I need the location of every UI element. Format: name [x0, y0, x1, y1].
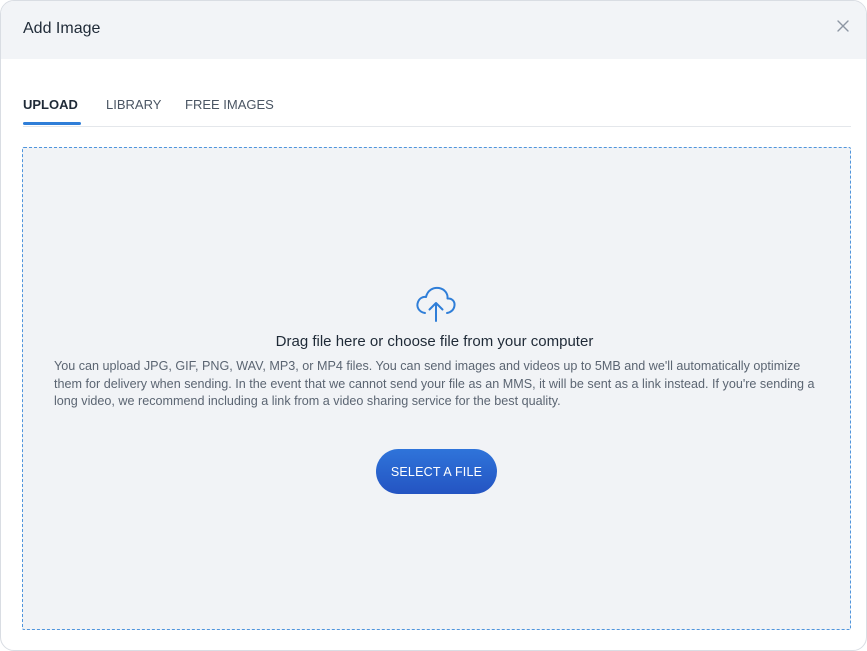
- active-tab-indicator: [23, 122, 81, 125]
- dialog-title: Add Image: [23, 20, 101, 37]
- tab-free-images[interactable]: FREE IMAGES: [185, 96, 274, 114]
- tab-upload[interactable]: UPLOAD: [23, 96, 78, 114]
- tab-library[interactable]: LIBRARY: [106, 96, 161, 114]
- dropzone-description: You can upload JPG, GIF, PNG, WAV, MP3, …: [54, 359, 815, 409]
- close-icon: [837, 20, 849, 32]
- dialog-header: Add Image: [1, 1, 866, 59]
- select-file-button[interactable]: SELECT A FILE: [376, 449, 497, 494]
- tab-bar: UPLOAD LIBRARY FREE IMAGES: [23, 93, 851, 127]
- dropzone-heading: Drag file here or choose file from your …: [275, 333, 594, 350]
- cloud-upload-icon: [416, 286, 456, 322]
- close-button[interactable]: [832, 15, 854, 37]
- add-image-dialog: Add Image UPLOAD LIBRARY FREE IMAGES Dra…: [0, 0, 867, 651]
